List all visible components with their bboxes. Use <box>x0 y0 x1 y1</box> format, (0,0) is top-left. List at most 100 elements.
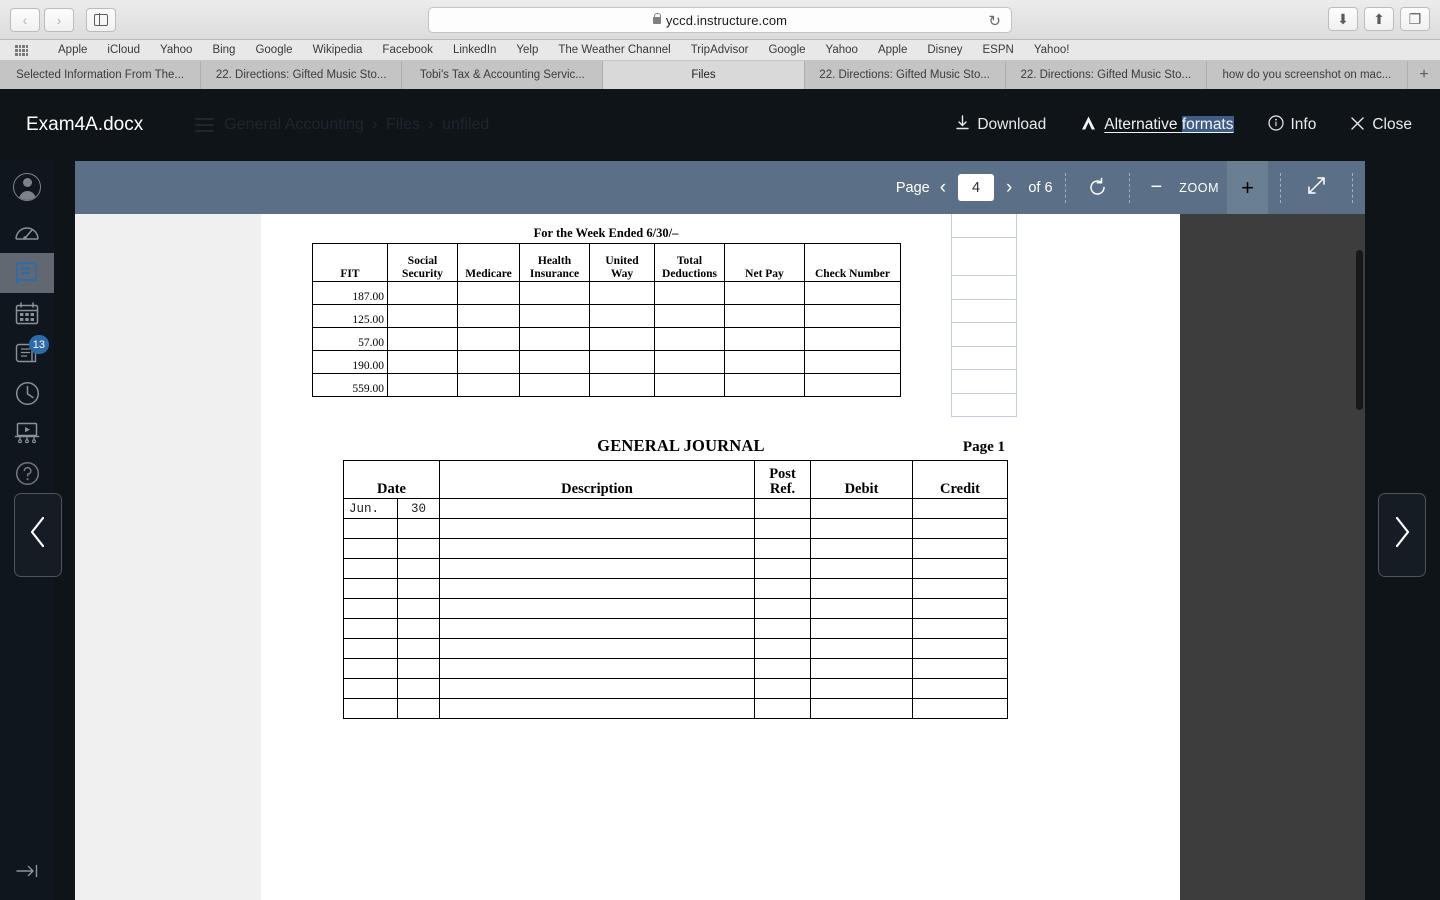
sidebar-item-inbox[interactable]: 13 <box>0 333 54 373</box>
address-bar[interactable]: yccd.instructure.com ↻ <box>428 7 1012 33</box>
alternative-formats-button[interactable]: Alternative formats <box>1080 115 1234 135</box>
share-icon: ⬆ <box>1373 11 1385 27</box>
new-tab-button[interactable]: + <box>1407 61 1440 89</box>
breadcrumb-item-files[interactable]: Files <box>386 116 420 133</box>
cell-united-way <box>589 304 655 328</box>
journal-title: GENERAL JOURNAL <box>597 436 765 455</box>
bookmark-item[interactable]: TripAdvisor <box>691 44 749 56</box>
collapse-nav-button[interactable] <box>0 856 54 890</box>
cell-total-deductions <box>654 373 725 397</box>
downloads-button[interactable]: ⬇ <box>1328 7 1358 31</box>
close-button[interactable]: Close <box>1350 116 1412 135</box>
column-header-post-ref: Post Ref. <box>754 460 811 499</box>
bookmark-item[interactable]: Yelp <box>516 44 538 56</box>
bookmark-item[interactable]: Disney <box>927 44 962 56</box>
scrollbar-thumb[interactable] <box>1356 250 1363 410</box>
next-page-button[interactable]: › <box>996 177 1022 199</box>
cell-month <box>343 658 398 679</box>
document-page: For the Week Ended 6/30/– FIT Social Secu… <box>261 214 1180 900</box>
cell-social-security <box>387 281 458 305</box>
bookmark-item[interactable]: The Weather Channel <box>558 44 670 56</box>
bookmark-item[interactable]: Wikipedia <box>313 44 363 56</box>
page-number-input[interactable]: 4 <box>958 174 995 201</box>
accessibility-icon <box>1080 115 1097 135</box>
sidebar-item-studio[interactable] <box>0 413 54 453</box>
document-viewport[interactable]: For the Week Ended 6/30/– FIT Social Secu… <box>75 214 1365 900</box>
cell-description <box>439 598 755 619</box>
bookmark-item[interactable]: Yahoo <box>160 44 192 56</box>
bookmark-item[interactable]: Apple <box>58 44 87 56</box>
dashboard-gauge-icon <box>14 222 40 244</box>
prev-page-button[interactable]: ‹ <box>930 177 956 199</box>
sidebar-item-help[interactable] <box>0 453 54 493</box>
browser-tab[interactable]: Tobi's Tax & Accounting Servic... <box>402 61 604 89</box>
sidebar-item-calendar[interactable]: 13 <box>0 293 54 333</box>
calendar-icon <box>15 301 39 325</box>
bookmark-item[interactable]: ESPN <box>983 44 1014 56</box>
bookmark-item[interactable]: Facebook <box>382 44 433 56</box>
zoom-out-button[interactable]: − <box>1142 161 1172 214</box>
breadcrumb-separator: › <box>372 116 378 133</box>
cell-day <box>397 558 440 579</box>
breadcrumb-item-course[interactable]: General Accounting <box>224 116 364 133</box>
next-page-arrow-button[interactable] <box>1378 493 1426 577</box>
info-button[interactable]: Info <box>1267 115 1316 135</box>
cell-health-insurance <box>519 304 590 328</box>
cell-net-pay <box>724 350 805 374</box>
sidebar-item-dashboard[interactable] <box>0 213 54 253</box>
vertical-scrollbar[interactable] <box>1354 214 1365 900</box>
forward-button[interactable]: › <box>44 7 74 32</box>
zoom-label: ZOOM <box>1179 180 1220 195</box>
bookmark-item[interactable]: Apple <box>878 44 907 56</box>
browser-tab[interactable]: how do you screenshot on mac... <box>1206 61 1408 89</box>
cell-day <box>397 678 440 699</box>
fullscreen-button[interactable] <box>1293 176 1340 200</box>
bookmark-item[interactable]: Bing <box>212 44 235 56</box>
cell-post-ref <box>754 578 811 599</box>
column-header-net-pay: Net Pay <box>724 243 805 282</box>
browser-tab[interactable]: Selected Information From The... <box>0 61 202 89</box>
apps-grid-icon[interactable] <box>15 44 28 56</box>
tab-label: how do you screenshot on mac... <box>1222 69 1392 81</box>
browser-tab[interactable]: 22. Directions: Gifted Music Sto... <box>201 61 403 89</box>
breadcrumb-item-unfiled[interactable]: unfiled <box>442 116 489 133</box>
payroll-register-table: FIT Social Security Medicare Health Insura… <box>312 243 901 397</box>
download-button[interactable]: Download <box>955 115 1046 135</box>
cell-debit <box>810 658 913 679</box>
bookmark-item[interactable]: Yahoo! <box>1034 44 1070 56</box>
share-button[interactable]: ⬆ <box>1364 7 1394 31</box>
cell-total-deductions <box>654 281 725 305</box>
sidebar-item-history[interactable] <box>0 373 54 413</box>
cell-net-pay <box>724 327 805 351</box>
cell-month <box>343 698 398 719</box>
bookmark-item[interactable]: Google <box>768 44 805 56</box>
tab-label: 22. Directions: Gifted Music Sto... <box>819 69 990 81</box>
cell-net-pay <box>724 281 805 305</box>
zoom-in-button[interactable]: + <box>1227 161 1268 214</box>
bookmark-item[interactable]: LinkedIn <box>453 44 496 56</box>
tabs-overview-button[interactable]: ❐ <box>1400 7 1430 31</box>
rotate-button[interactable] <box>1078 161 1117 214</box>
preview-actions: Download Alternative formats Info Close <box>955 89 1412 161</box>
bookmark-item[interactable]: Yahoo <box>826 44 858 56</box>
bookmark-item[interactable]: iCloud <box>107 44 140 56</box>
table-row <box>343 538 1008 559</box>
hamburger-icon[interactable] <box>195 118 215 132</box>
browser-tab-active[interactable]: Files <box>603 61 805 89</box>
reload-icon[interactable]: ↻ <box>988 12 1001 30</box>
sidebar-item-courses[interactable] <box>0 253 54 293</box>
column-header-total-deductions: Total Deductions <box>654 243 725 282</box>
back-button[interactable]: ‹ <box>10 7 40 32</box>
browser-tab[interactable]: 22. Directions: Gifted Music Sto... <box>1005 61 1207 89</box>
payroll-register-table-block: For the Week Ended 6/30/– FIT Social Secu… <box>312 214 1017 417</box>
cell-medicare <box>457 281 520 305</box>
previous-page-arrow-button[interactable] <box>14 493 62 577</box>
table-row <box>343 578 1008 599</box>
bookmark-item[interactable]: Google <box>255 44 292 56</box>
sidebar-toggle-button[interactable] <box>86 7 116 32</box>
browser-tab[interactable]: 22. Directions: Gifted Music Sto... <box>804 61 1006 89</box>
cell-post-ref <box>754 538 811 559</box>
cell-debit <box>810 698 913 719</box>
cell-post-ref <box>754 638 811 659</box>
sidebar-item-account[interactable] <box>0 161 54 213</box>
